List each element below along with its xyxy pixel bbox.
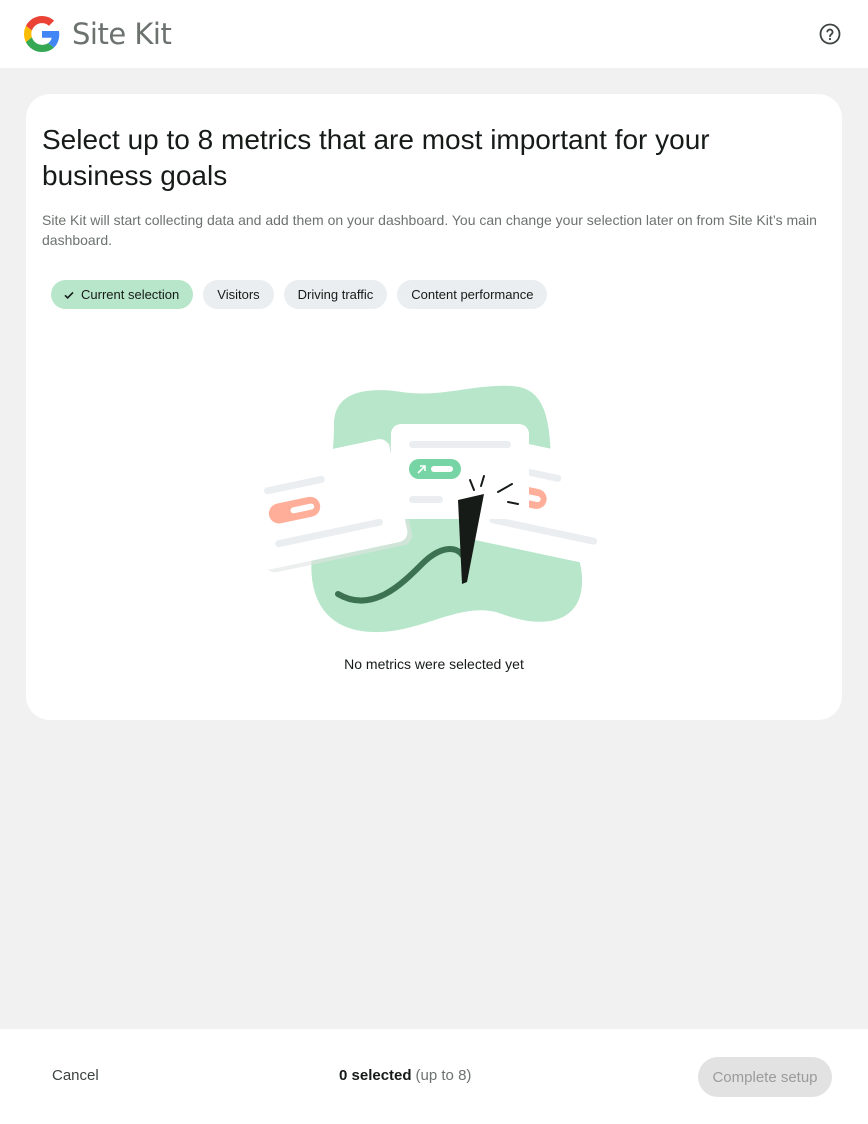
chip-content-performance[interactable]: Content performance — [397, 280, 548, 309]
check-icon — [63, 289, 75, 301]
metrics-selection-card: Select up to 8 metrics that are most imp… — [26, 94, 842, 720]
page-title: Select up to 8 metrics that are most imp… — [42, 124, 710, 191]
help-circle-icon — [819, 23, 841, 45]
app-name: Site Kit — [72, 17, 172, 51]
selected-limit: (up to 8) — [415, 1067, 472, 1084]
chip-current-selection[interactable]: Current selection — [51, 280, 194, 309]
complete-setup-button[interactable]: Complete setup — [698, 1057, 832, 1097]
header: Site Kit — [0, 0, 868, 68]
empty-state-illustration — [242, 385, 634, 633]
filter-chips: Current selection Visitors Driving traff… — [51, 280, 826, 309]
google-g-icon — [24, 16, 60, 52]
chip-label: Content performance — [411, 287, 534, 302]
selection-counter: 0 selected (up to 8) — [339, 1067, 471, 1084]
chip-label: Driving traffic — [297, 287, 374, 302]
chip-label: Current selection — [81, 287, 180, 302]
footer-bar: Cancel 0 selected (up to 8) Complete setu… — [0, 1029, 868, 1124]
help-button[interactable] — [816, 20, 844, 48]
chip-visitors[interactable]: Visitors — [203, 280, 274, 309]
chip-driving-traffic[interactable]: Driving traffic — [283, 280, 388, 309]
site-kit-logo: Site Kit — [24, 16, 172, 52]
cancel-button[interactable]: Cancel — [52, 1067, 99, 1084]
selected-count: 0 selected — [339, 1067, 412, 1084]
page-subtitle: Site Kit will start collecting data and … — [42, 212, 817, 248]
chip-label: Visitors — [217, 287, 260, 302]
empty-state-message: No metrics were selected yet — [344, 656, 524, 672]
